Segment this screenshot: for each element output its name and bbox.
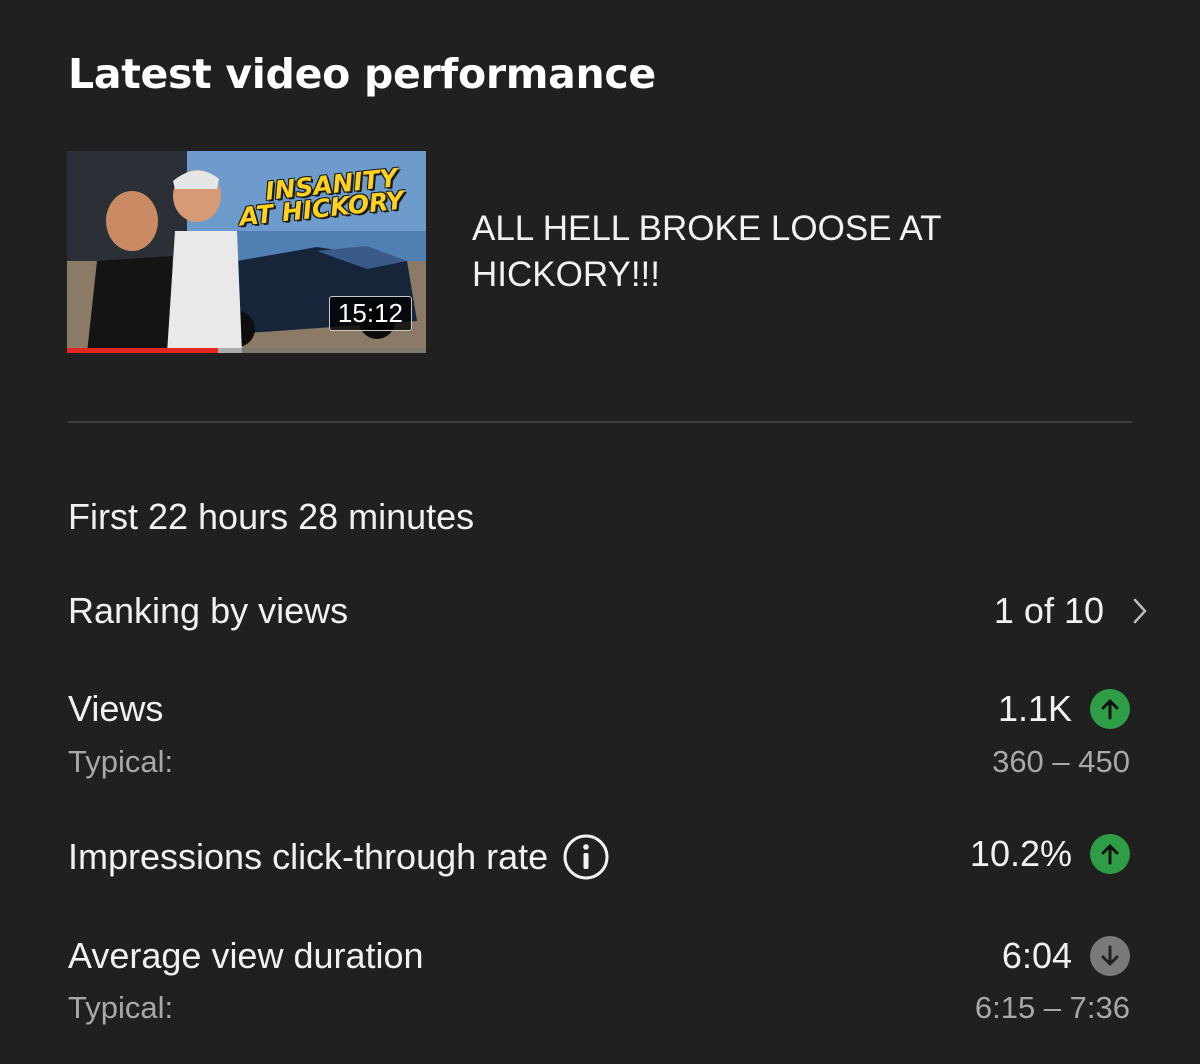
ctr-value: 10.2%: [969, 833, 1072, 874]
video-thumbnail[interactable]: INSANITY AT HICKORY 15:12: [67, 151, 426, 353]
views-typical-range: 360 – 450: [992, 744, 1130, 779]
ranking-row[interactable]: Ranking by views 1 of 10: [68, 590, 1147, 640]
ranking-value-group[interactable]: 1 of 10: [994, 590, 1148, 632]
card-title: Latest video performance: [68, 50, 656, 98]
video-title[interactable]: ALL HELL BROKE LOOSE AT HICKORY!!!: [472, 206, 992, 298]
avd-value-group: 6:04: [1002, 935, 1130, 977]
avd-metric: Average view duration 6:04 Typical: 6:15…: [68, 935, 1130, 1035]
trend-up-icon: [1090, 834, 1130, 874]
views-value-group: 1.1K: [998, 688, 1130, 730]
trend-down-icon: [1090, 936, 1130, 976]
ranking-label: Ranking by views: [68, 590, 349, 631]
watch-progress-fill: [67, 348, 218, 353]
avd-typical-label: Typical:: [68, 990, 174, 1025]
info-icon[interactable]: [562, 833, 610, 881]
avd-typical-range: 6:15 – 7:36: [974, 990, 1130, 1025]
divider: [68, 421, 1132, 423]
avd-label: Average view duration: [68, 935, 424, 976]
views-label: Views: [68, 688, 164, 729]
views-metric: Views 1.1K Typical: 360 – 450: [68, 688, 1130, 788]
latest-video[interactable]: INSANITY AT HICKORY 15:12 ALL HELL BROKE…: [67, 151, 992, 353]
period-label: First 22 hours 28 minutes: [68, 496, 475, 537]
chevron-right-icon[interactable]: [1132, 597, 1148, 625]
views-value: 1.1K: [997, 688, 1072, 729]
views-typical-label: Typical:: [68, 744, 174, 779]
avd-value: 6:04: [1001, 935, 1072, 976]
trend-up-icon: [1090, 689, 1130, 729]
watch-progress-track: [67, 348, 426, 353]
video-duration: 15:12: [328, 296, 412, 331]
ctr-label: Impressions click-through rate: [68, 836, 549, 877]
ctr-value-group: 10.2%: [970, 833, 1130, 875]
ctr-label-group: Impressions click-through rate: [68, 833, 610, 881]
ranking-value: 1 of 10: [993, 590, 1104, 631]
ctr-metric: Impressions click-through rate 10.2%: [68, 833, 1130, 883]
